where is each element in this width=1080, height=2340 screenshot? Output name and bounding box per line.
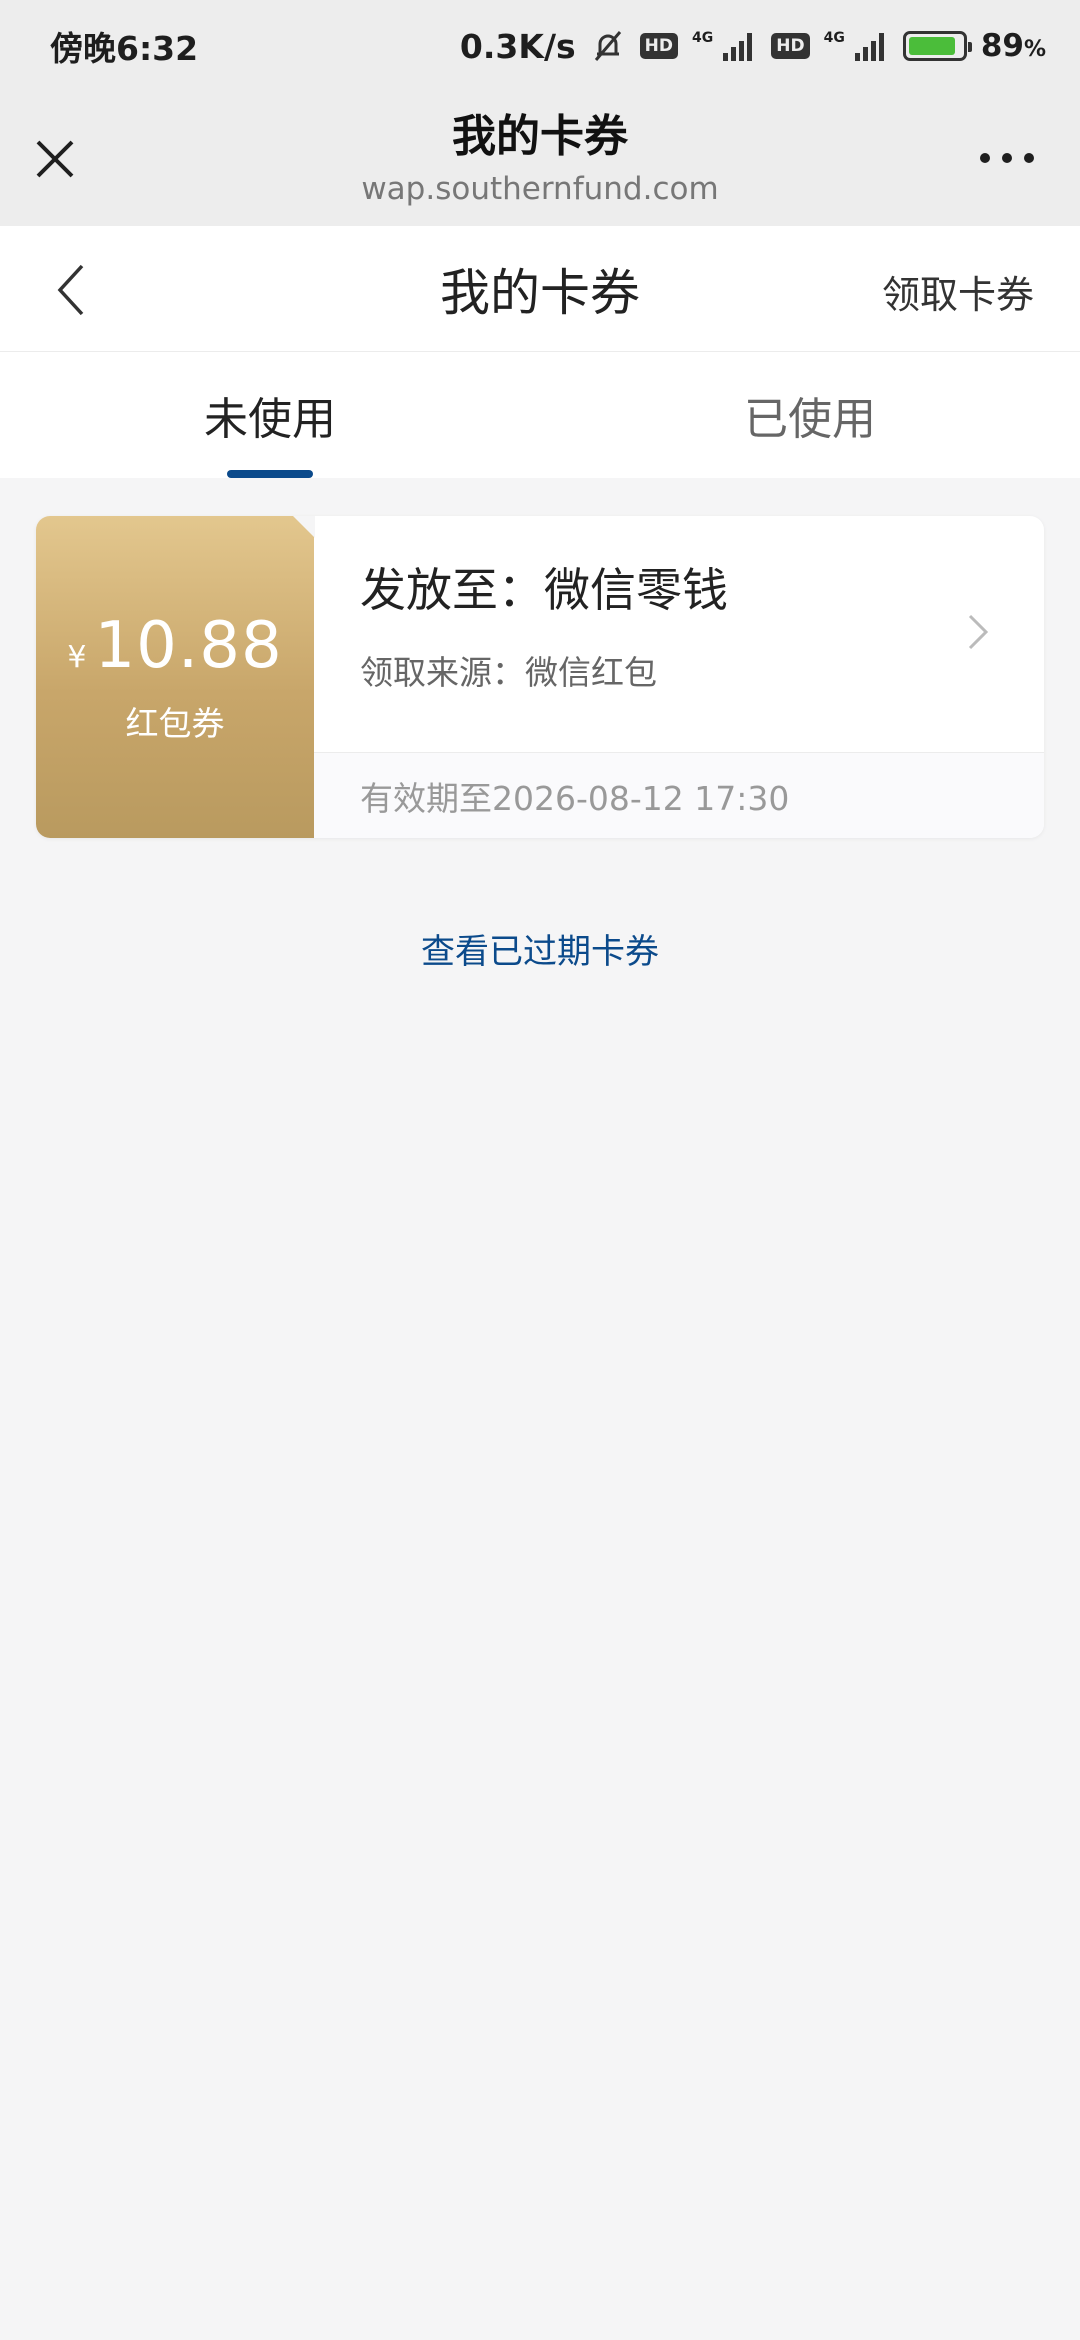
more-dot <box>1002 153 1012 163</box>
back-chevron-icon[interactable] <box>50 262 94 318</box>
coupon-info-top: 发放至：微信零钱 领取来源：微信红包 <box>314 516 1044 752</box>
tab-used[interactable]: 已使用 <box>540 352 1080 478</box>
coupon-amount-value: 10.88 <box>94 609 283 683</box>
network-type-2: 4G <box>823 30 845 46</box>
page-title: 我的卡券 <box>440 263 640 322</box>
battery-percent-value: 89 <box>980 28 1024 64</box>
battery-icon <box>902 31 972 61</box>
hd-badge-2: HD <box>771 33 810 59</box>
coupon-card[interactable]: ¥ 10.88 红包券 发放至：微信零钱 领取来源：微信红包 有效期至2026-… <box>36 516 1044 838</box>
page-navbar: 我的卡券 领取卡券 <box>0 226 1080 352</box>
currency-symbol: ¥ <box>67 640 87 675</box>
signal-icon-1 <box>721 26 757 66</box>
more-icon[interactable] <box>980 148 1034 168</box>
status-time: 傍晚6:32 <box>50 29 199 68</box>
battery-percent-unit: % <box>1023 37 1046 62</box>
hd-badge-1: HD <box>639 33 678 59</box>
coupon-destination: 发放至：微信零钱 <box>360 563 728 617</box>
wechat-title-bar: 我的卡券 wap.southernfund.com <box>0 92 1080 226</box>
network-type-1: 4G <box>692 30 714 46</box>
active-tab-indicator <box>227 470 313 478</box>
signal-icon-2 <box>853 26 889 66</box>
status-bar: 傍晚6:32 0.3K/s HD 4G HD 4G 89% <box>0 0 1080 92</box>
coupon-tabs: 未使用 已使用 <box>0 352 1080 478</box>
coupon-validity: 有效期至2026-08-12 17:30 <box>314 752 1044 838</box>
tab-unused-label: 未使用 <box>204 394 336 445</box>
wechat-page-title: 我的卡券 <box>451 111 628 162</box>
wechat-titles: 我的卡券 wap.southernfund.com <box>361 109 718 209</box>
mute-bell-icon <box>590 26 626 66</box>
tab-used-label: 已使用 <box>744 394 876 445</box>
coupon-value-panel: ¥ 10.88 红包券 <box>36 516 315 838</box>
more-dot <box>980 153 990 163</box>
close-icon[interactable] <box>32 136 78 182</box>
battery-percent: 89% <box>981 28 1046 64</box>
claim-coupon-link[interactable]: 领取卡券 <box>882 264 1034 319</box>
coupon-amount: ¥ 10.88 <box>67 609 282 683</box>
coupon-type: 红包券 <box>125 704 225 743</box>
more-dot <box>1024 153 1034 163</box>
tab-unused[interactable]: 未使用 <box>0 352 540 478</box>
status-right: 0.3K/s HD 4G HD 4G 89% <box>460 26 1046 66</box>
net-speed: 0.3K/s <box>459 26 576 66</box>
coupon-info-panel: 发放至：微信零钱 领取来源：微信红包 有效期至2026-08-12 17:30 <box>314 516 1044 838</box>
coupon-source: 领取来源：微信红包 <box>360 653 657 692</box>
battery-fill <box>908 37 956 55</box>
chevron-right-icon[interactable] <box>966 612 990 652</box>
view-expired-coupons-link[interactable]: 查看已过期卡券 <box>0 924 1080 973</box>
wechat-page-url: wap.southernfund.com <box>361 171 719 207</box>
